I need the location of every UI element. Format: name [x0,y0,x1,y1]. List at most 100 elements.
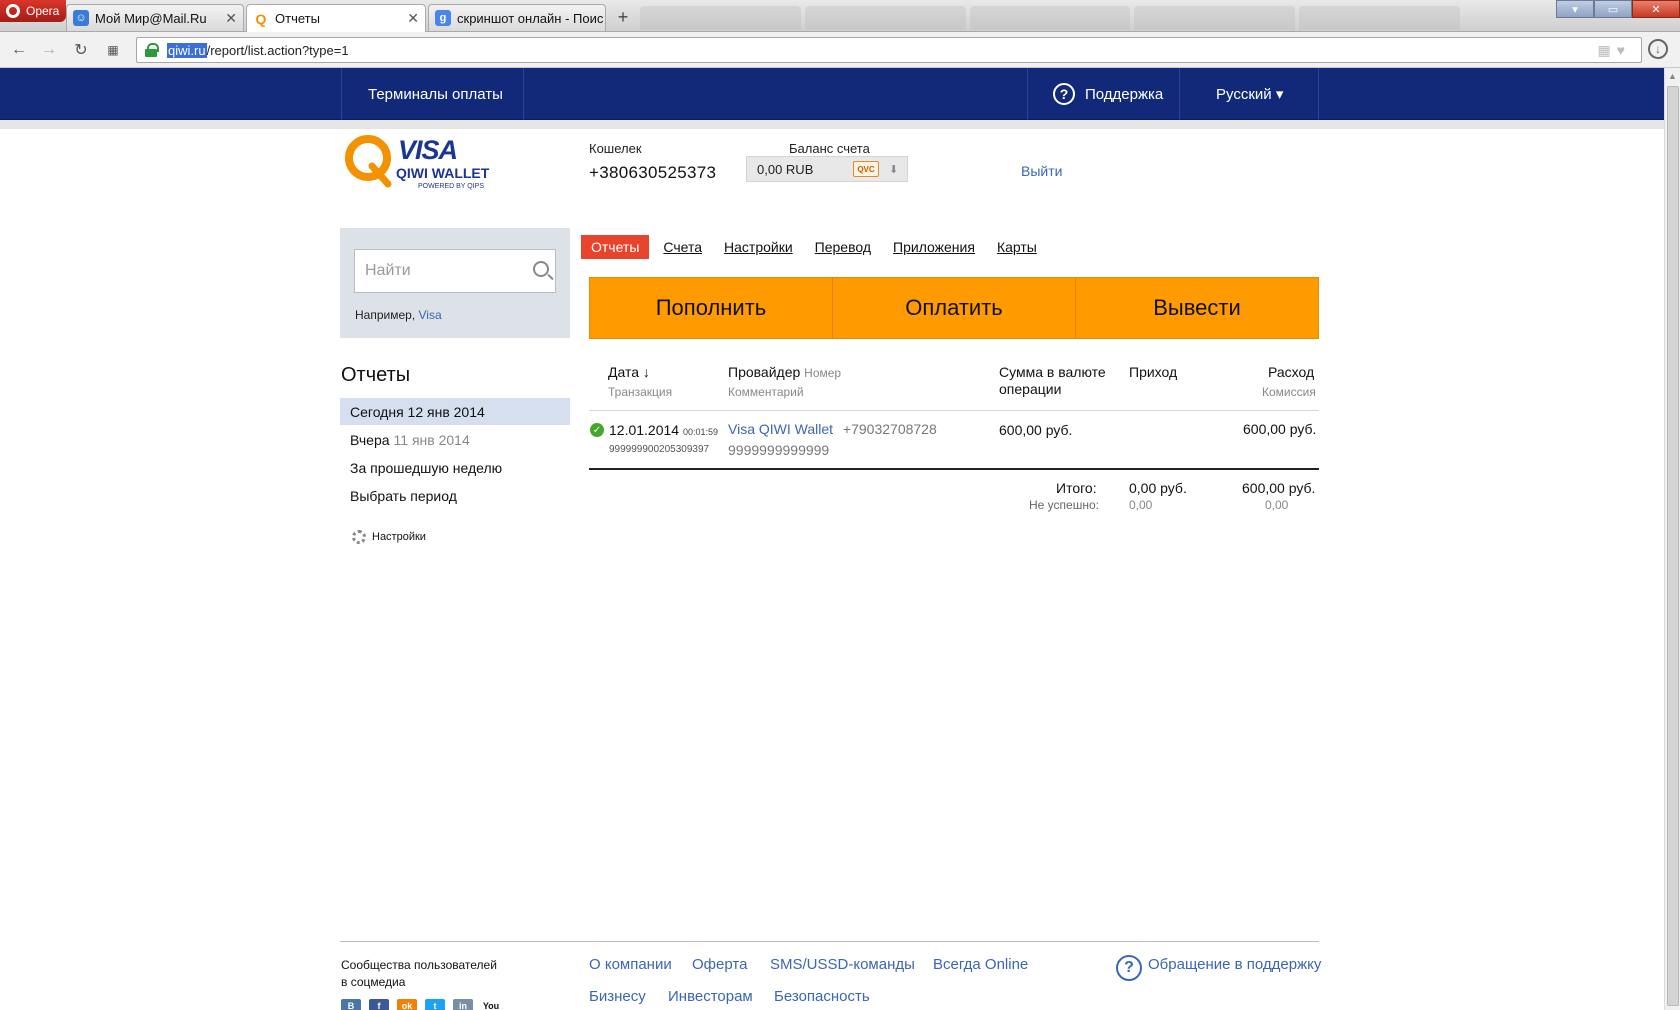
restore-icon[interactable]: ▭ [1594,0,1632,18]
qiwi-q-icon [345,135,392,188]
success-check-icon: ✓ [590,423,604,437]
search-input[interactable]: Найти [354,249,556,293]
footer-link-offer[interactable]: Оферта [692,956,747,973]
opera-menu-button[interactable]: Opera [0,0,66,22]
forward-arrow-icon[interactable]: → [38,40,60,60]
logout-link[interactable]: Выйти [1021,163,1062,179]
footer-link-about[interactable]: О компании [589,956,672,973]
tab-transfer[interactable]: Перевод [815,239,871,255]
scrollbar-thumb[interactable] [1667,86,1679,1006]
table-bottom-divider [589,468,1319,470]
scroll-up-icon[interactable]: ▲ [1665,68,1680,84]
arrow-down-icon: ⬇ [889,164,899,176]
header-divider [0,120,1664,129]
google-favicon-icon: g [435,10,451,26]
tab-settings[interactable]: Настройки [724,239,793,255]
failed-label: Не успешно: [1029,498,1099,512]
visa-qiwi-logo[interactable]: VISA QIWI WALLET POWERED BY QIPS [342,132,492,194]
mailru-favicon-icon: ☺ [73,10,89,26]
question-icon: ? [1053,83,1075,105]
search-panel: Найти Например, Visa [340,228,570,338]
language-selector[interactable]: Русский ▾ [1216,68,1283,120]
back-arrow-icon[interactable]: ← [8,40,30,60]
support-question-icon[interactable]: ? [1116,955,1142,981]
speed-dial-icon[interactable]: ▦ [102,40,124,60]
footer-support-request-link[interactable]: Обращение в поддержку [1148,956,1321,973]
tab-close-icon[interactable]: ✕ [603,10,605,27]
page-scrollbar[interactable]: ▲ [1664,68,1680,1010]
qiwi-page: Терминалы оплаты ? Поддержка Русский ▾ V… [0,68,1664,1010]
table-row-provider: Visa QIWI Wallet +79032708728 [728,421,937,437]
table-row-comment: 9999999999999 [728,442,830,458]
col-amount-header-l1: Сумма в валюте [999,364,1106,380]
hidden-tabs-strip [640,6,1460,30]
nav-terminals[interactable]: Терминалы оплаты [368,68,503,120]
youtube-icon[interactable]: You [481,999,501,1010]
tab-cards[interactable]: Карты [997,239,1037,255]
close-window-icon[interactable]: ✕ [1632,0,1680,18]
search-icon[interactable] [533,261,549,277]
search-example-link[interactable]: Visa [418,308,441,322]
table-row-amount: 600,00 руб. [999,422,1073,438]
totals-label: Итого: [1056,480,1097,496]
sidebar-item-yesterday[interactable]: Вчера 11 янв 2014 [340,426,570,453]
sidebar-item-choose-period[interactable]: Выбрать период [340,482,570,509]
col-comment-header: Комментарий [728,385,804,399]
footer-community-line2: в соцмедиа [341,975,406,989]
linkedin-icon[interactable]: in [453,999,473,1010]
download-icon[interactable]: ↓ [1648,39,1668,59]
browser-tab-google[interactable]: g скриншот онлайн - Поис ✕ [428,4,606,31]
col-date-header[interactable]: Дата ↓ [608,364,650,380]
totals-expense: 600,00 руб. [1242,480,1316,496]
tab-close-icon[interactable]: ✕ [401,10,419,27]
opera-logo-icon [6,4,20,18]
sidebar-item-last-week[interactable]: За прошедшую неделю [340,454,570,481]
col-provider-header: Провайдер Номер [728,364,842,380]
totals-income-failed: 0,00 [1129,498,1153,512]
browser-tab-reports[interactable]: Q Отчеты ✕ [246,4,426,32]
main-tabs: Отчеты Счета Настройки Перевод Приложени… [581,234,1059,260]
balance-selector[interactable]: 0,00 RUB QVC ⬇ [746,156,908,182]
col-income-header: Приход [1129,364,1178,380]
footer-link-always-online[interactable]: Всегда Online [933,956,1028,973]
tab-accounts[interactable]: Счета [663,239,702,255]
wallet-label: Кошелек [589,141,642,156]
table-header-divider [589,410,1319,411]
action-buttons: Пополнить Оплатить Вывести [589,277,1319,339]
window-controls: ▾ ▭ ✕ [1556,0,1680,18]
url-field[interactable]: qiwi.ru/report/list.action?type=1 ▦♥ [136,37,1642,63]
balance-label: Баланс счета [789,141,870,156]
footer-link-investors[interactable]: Инвесторам [668,988,753,1005]
footer-link-security[interactable]: Безопасность [774,988,870,1005]
nav-support[interactable]: ? Поддержка [1053,68,1163,120]
withdraw-button[interactable]: Вывести [1076,278,1318,338]
pay-button[interactable]: Оплатить [833,278,1076,338]
browser-tab-mailru[interactable]: ☺ Мой Мир@Mail.Ru ✕ [66,4,244,31]
top-up-button[interactable]: Пополнить [590,278,833,338]
reload-icon[interactable]: ↻ [70,40,92,60]
new-tab-button[interactable]: + [612,6,634,28]
table-row-expense: 600,00 руб. [1243,421,1317,437]
search-example: Например, Visa [355,308,442,322]
odnoklassniki-icon[interactable]: ok [397,999,417,1010]
totals-income: 0,00 руб. [1129,480,1187,496]
tab-apps[interactable]: Приложения [893,239,975,255]
sidebar-item-today[interactable]: Сегодня 12 янв 2014 [340,398,570,425]
vk-icon[interactable]: B [341,999,361,1010]
minimize-icon[interactable]: ▾ [1556,0,1594,18]
facebook-icon[interactable]: f [369,999,389,1010]
bookmark-heart-icon[interactable]: ▦♥ [1597,42,1631,59]
twitter-icon[interactable]: t [425,999,445,1010]
secure-lock-icon [145,43,159,57]
qvc-currency-badge: QVC [853,161,879,177]
footer-link-business[interactable]: Бизнесу [589,988,646,1005]
table-row-transaction: 999999900205309397 [609,444,710,455]
sidebar-settings-link[interactable]: Настройки [352,530,426,544]
col-expense-header: Расход [1268,364,1315,380]
tab-close-icon[interactable]: ✕ [219,10,237,27]
footer-link-sms[interactable]: SMS/USSD-команды [770,956,915,973]
footer-divider [340,941,1319,942]
wallet-number: +380630525373 [589,163,717,182]
provider-link[interactable]: Visa QIWI Wallet [728,421,833,437]
tab-reports[interactable]: Отчеты [581,235,650,259]
